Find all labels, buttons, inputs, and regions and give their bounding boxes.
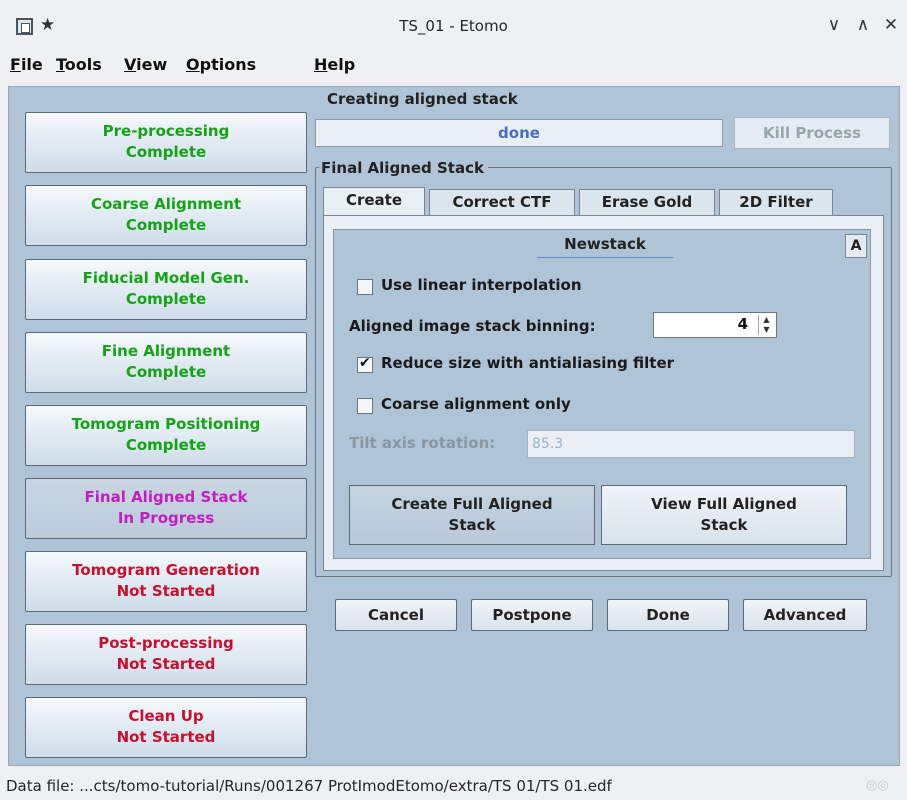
spinner-arrows-icon[interactable]: ▲ ▼ — [758, 315, 774, 335]
kill-process-button[interactable]: Kill Process — [734, 117, 890, 149]
tab-erase-gold[interactable]: Erase Gold — [579, 189, 715, 215]
menu-file[interactable]: File — [10, 55, 43, 74]
advanced-button[interactable]: Advanced — [743, 599, 867, 631]
status-indicator-icon: ◎◎ — [866, 778, 889, 793]
menu-options[interactable]: Options — [186, 55, 256, 74]
data-file-path: Data file: ...cts/tomo-tutorial/Runs/001… — [6, 777, 612, 795]
menu-bar: File Tools View Options Help — [0, 50, 907, 82]
menu-help[interactable]: Help — [314, 55, 355, 74]
step-tomogram-positioning-button[interactable]: Tomogram Positioning Complete — [25, 405, 307, 466]
binning-label: Aligned image stack binning: — [349, 317, 596, 335]
tab-2d-filter[interactable]: 2D Filter — [719, 189, 833, 215]
menu-view[interactable]: View — [124, 55, 167, 74]
maximize-icon[interactable]: ∧ — [852, 14, 874, 36]
tab-correct-ctf[interactable]: Correct CTF — [429, 189, 575, 215]
coarse-alignment-only-checkbox[interactable] — [357, 398, 373, 414]
window-title: TS_01 - Etomo — [399, 17, 508, 35]
tilt-axis-rotation-field[interactable]: 85.3 — [527, 430, 855, 458]
tab-create[interactable]: Create — [323, 187, 425, 215]
newstack-title: Newstack — [537, 235, 673, 258]
binning-value: 4 — [737, 315, 748, 333]
step-pre-processing-button[interactable]: Pre-processing Complete — [25, 112, 307, 173]
binning-spinner[interactable]: 4 ▲ ▼ — [653, 312, 777, 338]
close-icon[interactable]: ✕ — [880, 14, 902, 36]
antialias-checkbox[interactable] — [357, 355, 373, 373]
view-full-aligned-stack-button[interactable]: View Full Aligned Stack — [601, 485, 847, 545]
process-progress-bar: done — [315, 119, 723, 147]
title-bar: ★ TS_01 - Etomo ∨ ∧ ✕ — [0, 0, 907, 50]
menu-tools[interactable]: Tools — [56, 55, 102, 74]
process-title: Creating aligned stack — [327, 90, 518, 108]
postpone-button[interactable]: Postpone — [471, 599, 593, 631]
step-tomogram-generation-button[interactable]: Tomogram Generation Not Started — [25, 551, 307, 612]
cancel-button[interactable]: Cancel — [335, 599, 457, 631]
group-title: Final Aligned Stack — [319, 159, 488, 177]
step-fine-alignment-button[interactable]: Fine Alignment Complete — [25, 332, 307, 393]
main-panel: Pre-processing Complete Coarse Alignment… — [8, 86, 900, 766]
step-clean-up-button[interactable]: Clean Up Not Started — [25, 697, 307, 758]
tilt-axis-rotation-label: Tilt axis rotation: — [349, 434, 496, 452]
use-linear-interpolation-checkbox[interactable] — [357, 279, 373, 295]
status-bar: Data file: ...cts/tomo-tutorial/Runs/001… — [0, 770, 907, 800]
step-coarse-alignment-button[interactable]: Coarse Alignment Complete — [25, 185, 307, 246]
step-fiducial-model-button[interactable]: Fiducial Model Gen. Complete — [25, 259, 307, 320]
minimize-icon[interactable]: ∨ — [823, 14, 845, 36]
use-linear-interpolation-label: Use linear interpolation — [381, 276, 582, 294]
step-final-aligned-stack-button[interactable]: Final Aligned Stack In Progress — [25, 478, 307, 539]
create-full-aligned-stack-button[interactable]: Create Full Aligned Stack — [349, 485, 595, 545]
coarse-alignment-only-label: Coarse alignment only — [381, 395, 571, 413]
antialias-label: Reduce size with antialiasing filter — [381, 354, 675, 372]
advanced-toggle-button[interactable]: A — [845, 234, 867, 258]
step-post-processing-button[interactable]: Post-processing Not Started — [25, 624, 307, 685]
done-button[interactable]: Done — [607, 599, 729, 631]
